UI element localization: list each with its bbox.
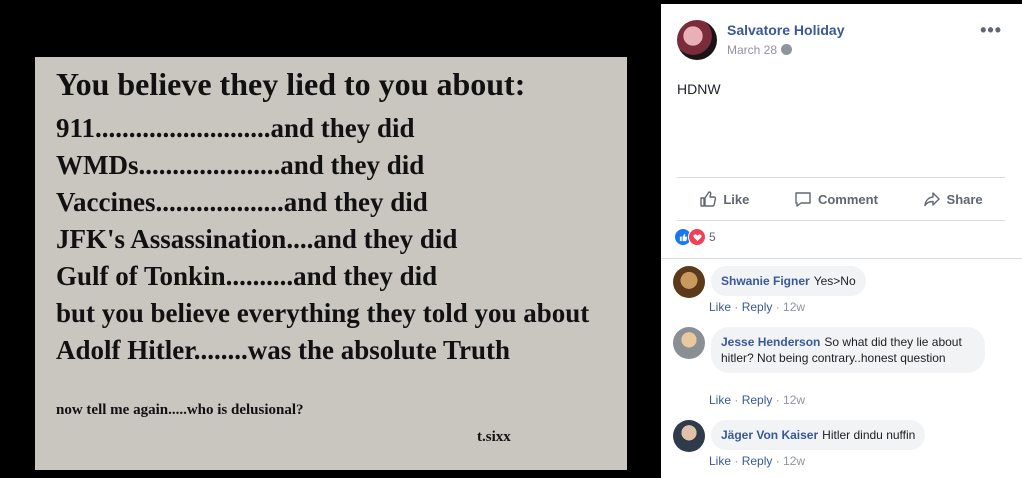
comment-age[interactable]: 12w — [783, 454, 805, 468]
more-options-icon[interactable]: ••• — [980, 20, 1002, 41]
meme-lines: 911..........................and they di… — [56, 110, 589, 369]
comment-like-link[interactable]: Like — [709, 393, 731, 407]
meme-headline: You believe they lied to you about: — [56, 66, 526, 102]
commenter-name[interactable]: Jäger Von Kaiser — [721, 428, 818, 442]
comment-like-link[interactable]: Like — [709, 454, 731, 468]
commenter-name[interactable]: Jesse Henderson — [721, 335, 820, 349]
comment-bubble: Jesse Henderson So what did they lie abou… — [711, 327, 985, 373]
post-date[interactable]: March 28 — [727, 43, 793, 57]
thumbs-up-icon — [700, 191, 717, 207]
commenter-avatar[interactable] — [673, 420, 705, 452]
reactions-summary[interactable]: 5 — [674, 228, 716, 246]
commenter-avatar[interactable] — [673, 327, 705, 359]
meme-line: but you believe everything they told you… — [56, 298, 590, 328]
love-reaction-icon — [688, 228, 706, 246]
comment-icon — [795, 192, 811, 207]
comment-meta: Like · Reply · 12w — [709, 300, 806, 314]
photo-viewer-stage: You believe they lied to you about: 911.… — [0, 0, 660, 478]
share-label: Share — [946, 191, 983, 207]
meme-signature: t.sixx — [477, 429, 511, 445]
meme-line: 911..........................and they di… — [56, 113, 415, 143]
comment-age[interactable]: 12w — [783, 300, 805, 314]
comment-reply-link[interactable]: Reply — [742, 300, 773, 314]
comment-reply-link[interactable]: Reply — [742, 454, 773, 468]
meme-line: Gulf of Tonkin..........and they did — [56, 261, 438, 291]
like-label: Like — [723, 191, 750, 207]
comment-meta: Like · Reply · 12w — [709, 454, 806, 468]
share-button[interactable]: Share — [923, 190, 983, 208]
meme-line: JFK's Assassination....and they did — [56, 224, 458, 254]
meme-image: You believe they lied to you about: 911.… — [35, 57, 627, 470]
comment-age[interactable]: 12w — [783, 393, 805, 407]
post-side-panel: Salvatore Holiday March 28 ••• HDNW Like… — [661, 4, 1022, 478]
post-text: HDNW — [677, 81, 721, 97]
commenter-name[interactable]: Shwanie Figner — [721, 274, 810, 288]
divider — [661, 258, 1022, 259]
comment-meta: Like · Reply · 12w — [709, 393, 806, 407]
comment-text: Hitler dindu nuffin — [822, 428, 916, 442]
comment-reply-link[interactable]: Reply — [742, 393, 773, 407]
meme-line: WMDs.....................and they did — [56, 150, 425, 180]
comment-button[interactable]: Comment — [794, 190, 878, 208]
meme-closing: now tell me again.....who is delusional? — [56, 402, 304, 418]
comment-like-link[interactable]: Like — [709, 300, 731, 314]
author-name[interactable]: Salvatore Holiday — [727, 22, 845, 38]
commenter-avatar[interactable] — [673, 266, 705, 298]
like-button[interactable]: Like — [699, 190, 749, 208]
reaction-count: 5 — [709, 230, 716, 244]
post-actions-bar: Like Comment Share — [677, 177, 1005, 221]
comment-text: Yes>No — [813, 274, 856, 288]
meme-line: Adolf Hitler........was the absolute Tru… — [56, 335, 511, 365]
meme-line: Vaccines...................and they did — [56, 187, 428, 217]
author-avatar[interactable] — [677, 20, 717, 60]
comment-bubble: Jäger Von Kaiser Hitler dindu nuffin — [711, 420, 926, 450]
comment-label: Comment — [817, 191, 878, 207]
share-icon — [923, 192, 940, 207]
post-date-text[interactable]: March 28 — [727, 43, 777, 57]
comment-bubble: Shwanie Figner Yes>No — [711, 266, 866, 296]
globe-icon — [781, 44, 793, 55]
